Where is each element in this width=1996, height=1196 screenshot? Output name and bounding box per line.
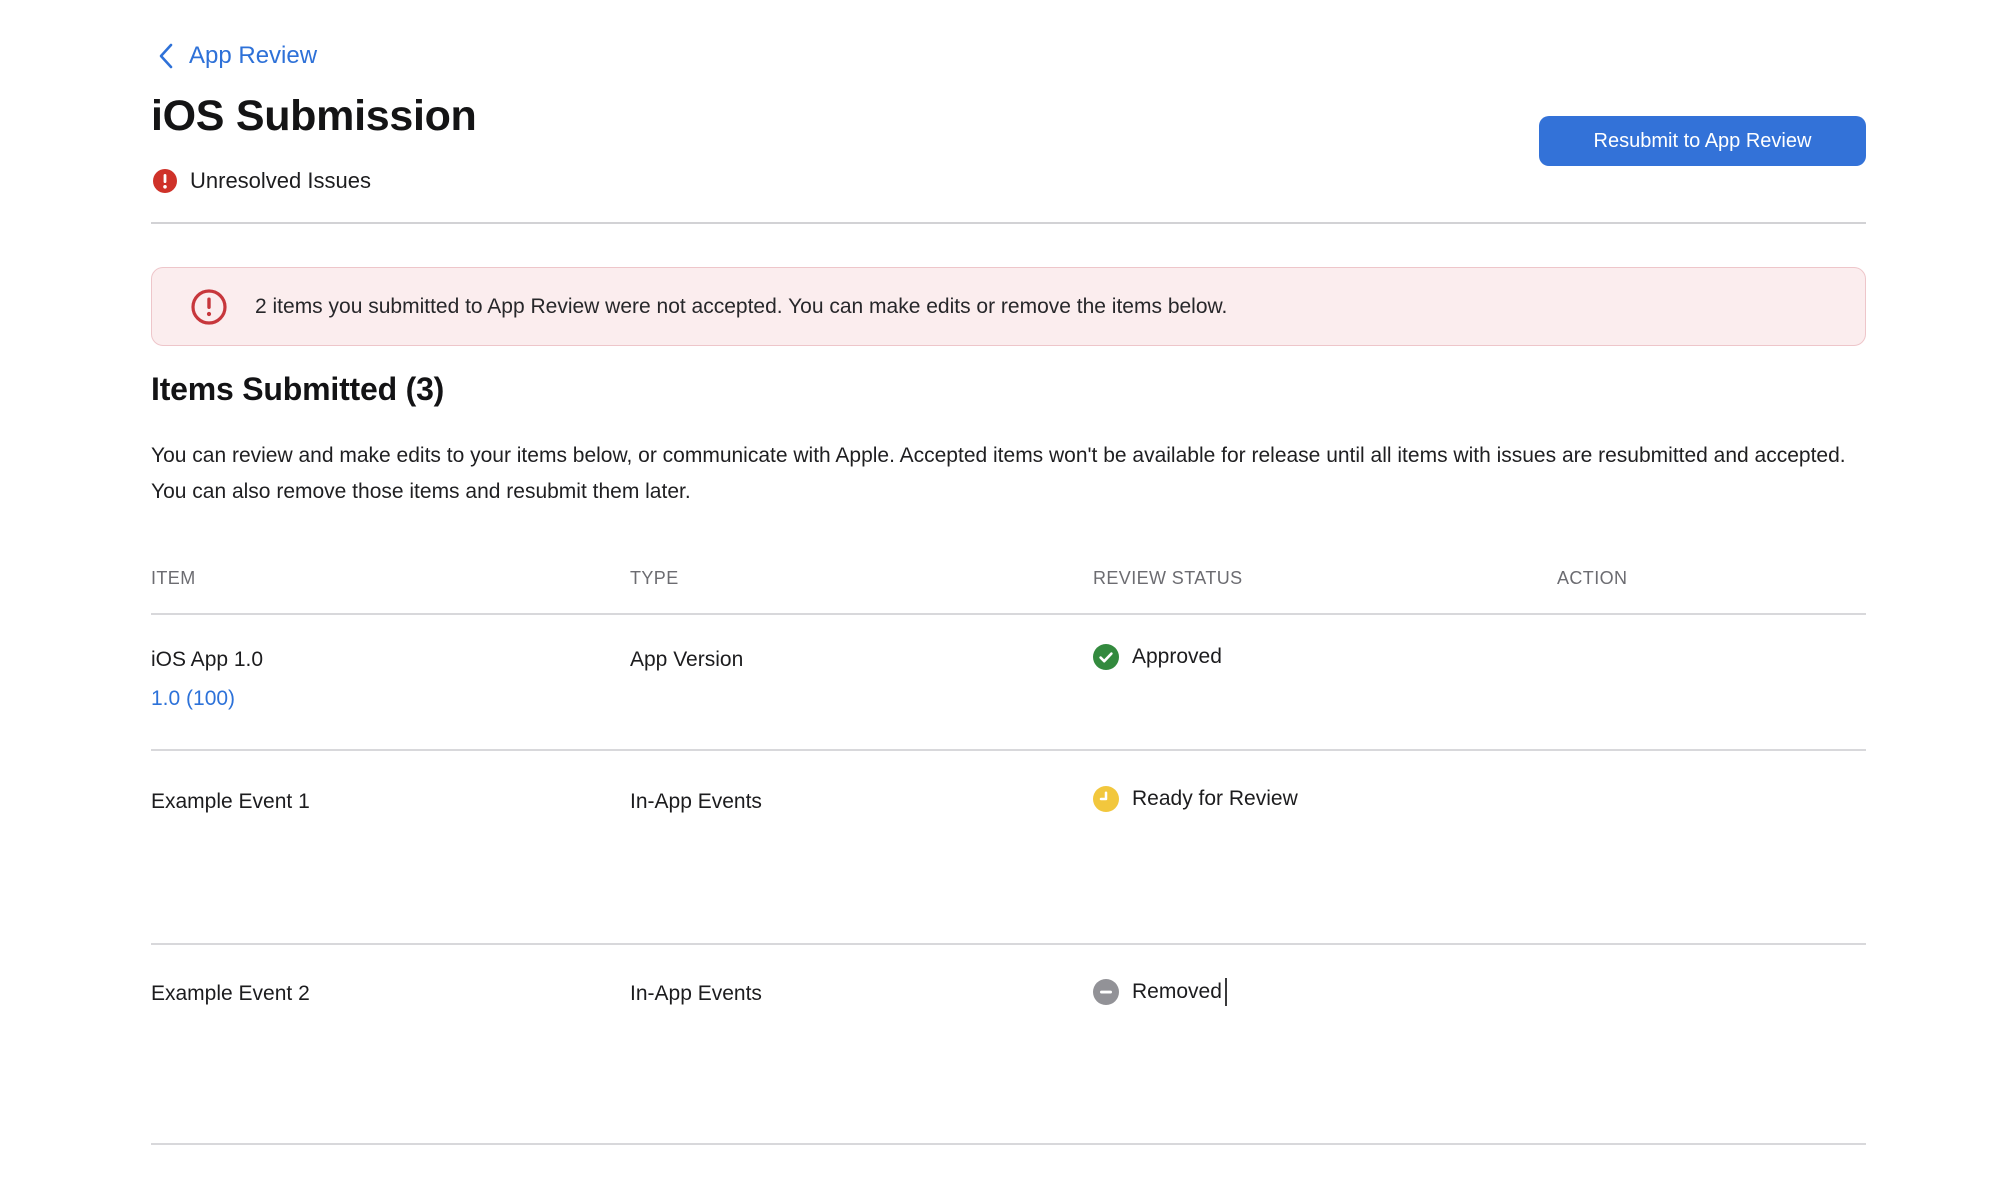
- page-title: iOS Submission: [151, 92, 477, 141]
- unresolved-issues-status: Unresolved Issues: [153, 168, 371, 194]
- table-row-item-name: Example Event 2: [151, 982, 310, 1006]
- column-header-type: TYPE: [630, 568, 679, 589]
- table-bottom-divider: [151, 1143, 1866, 1145]
- items-submitted-description: You can review and make edits to your it…: [151, 438, 1859, 510]
- review-status-ready: Ready for Review: [1093, 786, 1298, 812]
- table-row-type: App Version: [630, 648, 743, 672]
- back-link-label: App Review: [189, 42, 317, 70]
- resubmit-button[interactable]: Resubmit to App Review: [1539, 116, 1866, 166]
- back-link-app-review[interactable]: App Review: [158, 42, 317, 70]
- table-row-divider: [151, 749, 1866, 751]
- alert-message: 2 items you submitted to App Review were…: [255, 295, 1227, 319]
- clock-icon: [1093, 786, 1119, 812]
- column-header-action: ACTION: [1557, 568, 1627, 589]
- header-divider: [151, 222, 1866, 224]
- review-status-approved: Approved: [1093, 644, 1222, 670]
- text-cursor: [1225, 978, 1227, 1006]
- column-header-item: ITEM: [151, 568, 196, 589]
- table-row-item-name: Example Event 1: [151, 790, 310, 814]
- chevron-left-icon: [158, 42, 174, 70]
- column-header-review-status: REVIEW STATUS: [1093, 568, 1243, 589]
- check-circle-icon: [1093, 644, 1119, 670]
- alert-outline-icon: [190, 288, 228, 326]
- table-row-divider: [151, 943, 1866, 945]
- review-status-label: Ready for Review: [1132, 787, 1298, 811]
- items-submitted-heading: Items Submitted (3): [151, 371, 444, 408]
- review-status-removed: Removed: [1093, 978, 1227, 1006]
- review-status-label: Removed: [1132, 980, 1222, 1004]
- table-row-type: In-App Events: [630, 982, 762, 1006]
- table-row-item-name: iOS App 1.0: [151, 648, 263, 672]
- unresolved-issues-label: Unresolved Issues: [190, 168, 371, 194]
- alert-banner: 2 items you submitted to App Review were…: [151, 267, 1866, 346]
- table-row-type: In-App Events: [630, 790, 762, 814]
- error-filled-icon: [153, 169, 177, 193]
- review-status-label: Approved: [1132, 645, 1222, 669]
- table-header-divider: [151, 613, 1866, 615]
- version-build-link[interactable]: 1.0 (100): [151, 687, 235, 711]
- minus-circle-icon: [1093, 979, 1119, 1005]
